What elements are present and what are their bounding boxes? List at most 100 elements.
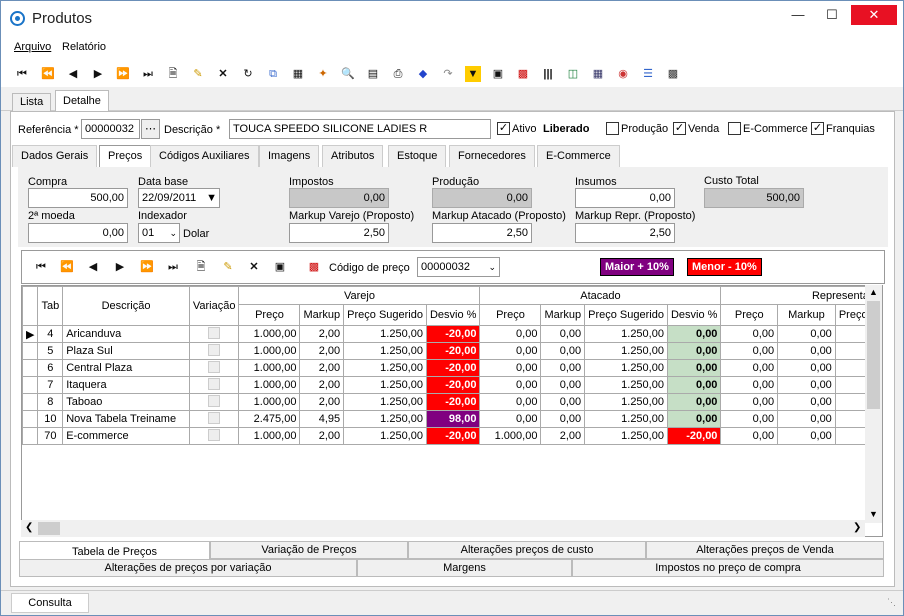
barcode-icon[interactable]: |||	[540, 66, 556, 82]
col-variacao[interactable]: Variação	[188, 286, 240, 326]
chart-icon[interactable]: ◉	[615, 66, 631, 82]
codigo-chevron-icon[interactable]: ⌄	[488, 258, 496, 276]
cell-tab[interactable]: 8	[37, 393, 64, 411]
goto-icon[interactable]: ↷	[440, 66, 456, 82]
variacao-checkbox[interactable]	[208, 343, 221, 356]
cell-value[interactable]: -20,00	[425, 359, 481, 377]
cell-value[interactable]: -20,00	[425, 325, 481, 343]
cell-value[interactable]: 0,00	[720, 410, 779, 428]
cell-value[interactable]: -20,00	[425, 393, 481, 411]
referencia-field[interactable]: 00000032	[81, 119, 140, 139]
cell-value[interactable]: 2.475,00	[238, 410, 301, 428]
cell-variacao[interactable]	[188, 359, 240, 377]
prev-page-icon[interactable]: ⏪	[40, 66, 56, 82]
prev-icon[interactable]: ◀	[65, 66, 81, 82]
cell-value[interactable]: 1.000,00	[238, 393, 301, 411]
cell-value[interactable]: 1.000,00	[238, 359, 301, 377]
cell-value[interactable]: 0,00	[540, 410, 586, 428]
cell-descricao[interactable]: Aricanduva	[62, 325, 190, 343]
venda-checkbox[interactable]: ✓	[673, 122, 686, 135]
cell-variacao[interactable]	[188, 325, 240, 343]
cell-value[interactable]: 0,00	[777, 342, 836, 360]
cell-value[interactable]: 2,00	[540, 427, 586, 445]
maximize-button[interactable]: ☐	[817, 5, 847, 25]
cell-value[interactable]: 2,00	[299, 325, 345, 343]
cell-value[interactable]: 0,00	[666, 342, 722, 360]
btab-tabela-precos[interactable]: Tabela de Preços	[19, 541, 210, 561]
print-icon[interactable]: ⎙	[390, 66, 406, 82]
row-indicator[interactable]	[22, 410, 39, 428]
col-varejo-preco[interactable]: Preço	[238, 304, 301, 326]
grid-first-icon[interactable]: ⏮	[33, 259, 49, 275]
hscroll-thumb[interactable]	[38, 522, 60, 535]
cell-value[interactable]: 0,00	[540, 376, 586, 394]
subtab-ecommerce[interactable]: E-Commerce	[537, 145, 620, 167]
cell-value[interactable]: 0,00	[479, 325, 542, 343]
cell-value[interactable]: 0,00	[666, 359, 722, 377]
cell-value[interactable]: 1.250,00	[343, 342, 427, 360]
cell-value[interactable]: 2,00	[299, 342, 345, 360]
col-atacado-preco[interactable]: Preço	[479, 304, 542, 326]
table-row[interactable]: 6 Central Plaza 1.000,00 2,00 1.250,00 -20,00…	[22, 359, 882, 377]
cell-variacao[interactable]	[188, 342, 240, 360]
preview-icon[interactable]: 🔍	[340, 66, 356, 82]
calendar-icon[interactable]: ▩	[306, 259, 322, 275]
cell-value[interactable]: 0,00	[777, 376, 836, 394]
scroll-down-icon[interactable]: ▼	[869, 509, 878, 519]
cell-value[interactable]: 0,00	[540, 359, 586, 377]
grid-prev-page-icon[interactable]: ⏪	[59, 259, 75, 275]
grid-next-page-icon[interactable]: ⏩	[139, 259, 155, 275]
subtab-codigos-auxiliares[interactable]: Códigos Auxiliares	[150, 145, 259, 167]
cell-value[interactable]: 1.250,00	[343, 325, 427, 343]
cell-value[interactable]: 0,00	[666, 410, 722, 428]
subtab-atributos[interactable]: Atributos	[322, 145, 384, 167]
cell-value[interactable]: 1.250,00	[584, 376, 668, 394]
cell-tab[interactable]: 6	[37, 359, 64, 377]
cell-value[interactable]: 1.000,00	[479, 427, 542, 445]
cell-descricao[interactable]: Nova Tabela Treiname	[62, 410, 190, 428]
markup-atacado-field[interactable]: 2,50	[432, 223, 532, 243]
cell-tab[interactable]: 5	[37, 342, 64, 360]
col-repr-markup[interactable]: Markup	[777, 304, 836, 326]
cell-value[interactable]: 0,00	[540, 342, 586, 360]
col-varejo-desvio[interactable]: Desvio %	[425, 304, 481, 326]
cell-value[interactable]: 2,00	[299, 359, 345, 377]
export-icon[interactable]: ▩	[665, 66, 681, 82]
grid-prev-icon[interactable]: ◀	[85, 259, 101, 275]
referencia-lookup-button[interactable]: ⋯	[141, 119, 160, 139]
cell-tab[interactable]: 4	[37, 325, 64, 343]
data-base-field[interactable]: 22/09/2011 ▼	[138, 188, 220, 208]
first-icon[interactable]: ⏮	[14, 66, 30, 82]
col-varejo-preco-sugerido[interactable]: Preço Sugerido	[343, 304, 427, 326]
scroll-left-icon[interactable]: ❮	[25, 522, 33, 533]
grid-vertical-scrollbar[interactable]: ▲ ▼	[865, 285, 882, 523]
grid-horizontal-scrollbar[interactable]: ❮ ❯	[21, 520, 865, 537]
next-page-icon[interactable]: ⏩	[115, 66, 131, 82]
cell-value[interactable]: 0,00	[777, 325, 836, 343]
grid-new-icon[interactable]: 🗎	[193, 259, 209, 275]
cell-value[interactable]: 0,00	[479, 376, 542, 394]
cell-value[interactable]: 1.000,00	[238, 325, 301, 343]
table-row[interactable]: 10 Nova Tabela Treiname 2.475,00 4,95 1.250,…	[22, 410, 882, 428]
cell-value[interactable]: 1.250,00	[584, 393, 668, 411]
row-indicator[interactable]	[22, 376, 39, 394]
cell-descricao[interactable]: Itaquera	[62, 376, 190, 394]
cell-tab[interactable]: 7	[37, 376, 64, 394]
compra-field[interactable]: 500,00	[28, 188, 128, 208]
excel-icon[interactable]: ◫	[565, 66, 581, 82]
last-icon[interactable]: ⏭	[140, 66, 156, 82]
document-icon[interactable]: ▤	[365, 66, 381, 82]
cell-value[interactable]: 1.000,00	[238, 427, 301, 445]
cell-value[interactable]: 1.250,00	[343, 359, 427, 377]
btab-alteracoes-variacao[interactable]: Alterações de preços por variação	[19, 559, 357, 577]
cell-value[interactable]: 0,00	[720, 376, 779, 394]
row-indicator[interactable]: ▶	[22, 325, 39, 343]
tag-icon[interactable]: ◆	[415, 66, 431, 82]
cell-value[interactable]: 1.250,00	[584, 359, 668, 377]
report-icon[interactable]: ▩	[515, 66, 531, 82]
cell-value[interactable]: 0,00	[540, 393, 586, 411]
grid-next-icon[interactable]: ▶	[112, 259, 128, 275]
cell-value[interactable]: 0,00	[720, 342, 779, 360]
row-indicator[interactable]	[22, 359, 39, 377]
cell-value[interactable]: 1.250,00	[584, 427, 668, 445]
